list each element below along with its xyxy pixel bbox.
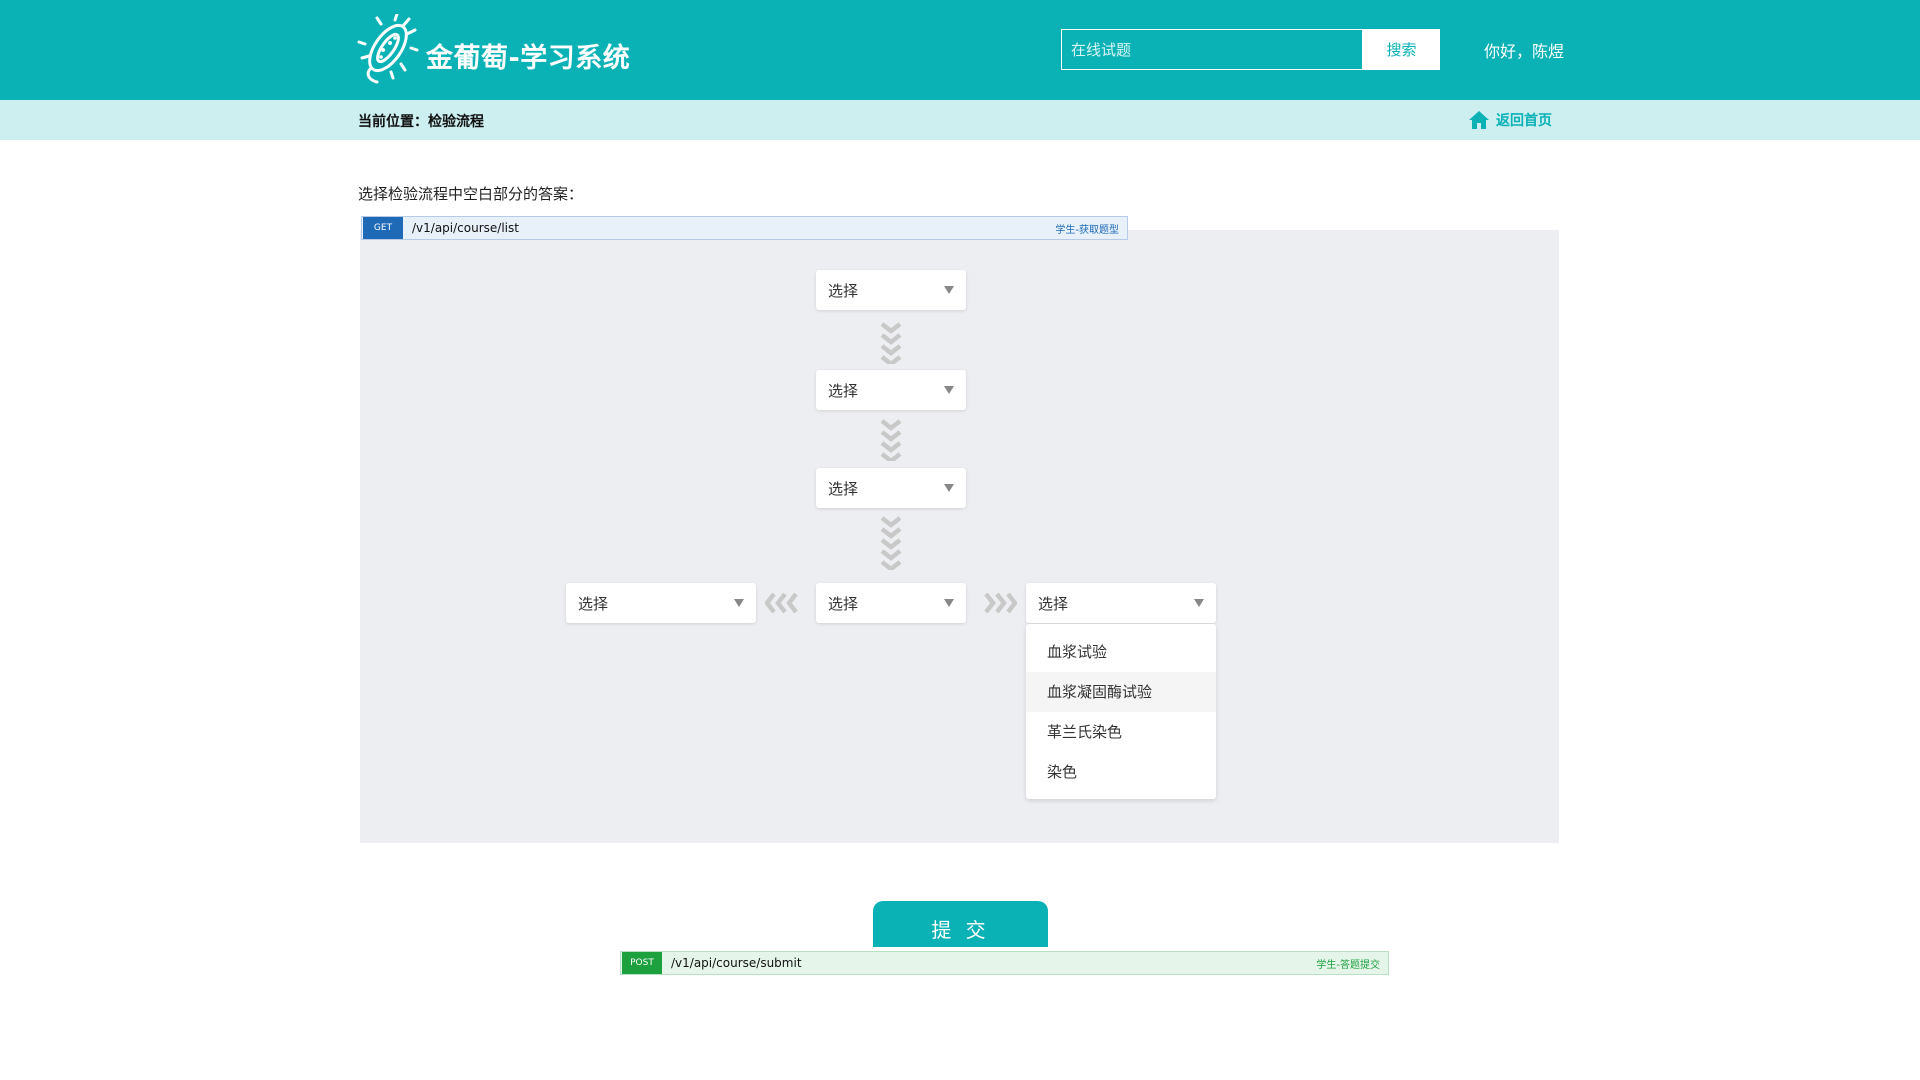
caret-down-icon — [944, 386, 954, 394]
chevron-right-icon — [984, 592, 1017, 614]
app-title: 金葡萄-学习系统 — [426, 43, 631, 74]
user-greeting[interactable]: 你好，陈煜 — [1484, 38, 1564, 62]
api-description: 学生-获取题型 — [1055, 224, 1119, 236]
api-description: 学生-答题提交 — [1316, 959, 1380, 971]
api-path: /v1/api/course/submit — [671, 956, 802, 970]
select-label: 选择 — [1038, 594, 1069, 613]
api-path: /v1/api/course/list — [412, 221, 519, 235]
select-label: 选择 — [828, 381, 859, 400]
flow-right-branch-select[interactable]: 选择 — [1026, 583, 1216, 623]
breadcrumb-bar — [0, 100, 1920, 140]
select-label: 选择 — [828, 594, 859, 613]
chevron-left-icon — [765, 592, 798, 614]
breadcrumb: 当前位置：检验流程 — [358, 114, 484, 130]
search-input[interactable] — [1061, 29, 1363, 70]
submit-button[interactable]: 提 交 — [873, 901, 1048, 947]
flow-panel — [360, 230, 1559, 843]
caret-down-icon — [944, 484, 954, 492]
back-home-label: 返回首页 — [1496, 113, 1552, 129]
search-button[interactable]: 搜索 — [1363, 29, 1440, 70]
chevron-down-icon — [880, 322, 902, 364]
api-get-bar: GET /v1/api/course/list 学生-获取题型 — [361, 216, 1128, 240]
caret-down-icon — [944, 286, 954, 294]
caret-down-icon — [734, 599, 744, 607]
top-header: 金葡萄-学习系统 搜索 你好，陈煜 — [0, 0, 1920, 100]
api-post-bar: POST /v1/api/course/submit 学生-答题提交 — [620, 951, 1389, 975]
select-label: 选择 — [828, 479, 859, 498]
dropdown-option[interactable]: 血浆试验 — [1026, 632, 1216, 672]
api-method-badge: GET — [363, 217, 403, 239]
flow-left-branch-select[interactable]: 选择 — [566, 583, 756, 623]
flow-step-4-select[interactable]: 选择 — [816, 583, 966, 623]
bacterium-icon — [357, 14, 419, 84]
dropdown-menu: 血浆试验 血浆凝固酶试验 革兰氏染色 染色 — [1026, 624, 1216, 799]
home-icon — [1469, 111, 1489, 129]
select-label: 选择 — [578, 594, 609, 613]
flow-step-1-select[interactable]: 选择 — [816, 270, 966, 310]
caret-down-icon — [944, 599, 954, 607]
back-home-link[interactable]: 返回首页 — [1468, 108, 1552, 132]
flow-step-3-select[interactable]: 选择 — [816, 468, 966, 508]
question-text: 选择检验流程中空白部分的答案： — [358, 185, 584, 203]
select-label: 选择 — [828, 281, 859, 300]
caret-down-icon — [1194, 599, 1204, 607]
chevron-down-icon — [880, 516, 902, 570]
dropdown-option[interactable]: 染色 — [1026, 752, 1216, 792]
chevron-down-icon — [880, 419, 902, 461]
dropdown-option[interactable]: 血浆凝固酶试验 — [1026, 672, 1216, 712]
dropdown-option[interactable]: 革兰氏染色 — [1026, 712, 1216, 752]
flow-step-2-select[interactable]: 选择 — [816, 370, 966, 410]
api-method-badge: POST — [622, 952, 662, 974]
